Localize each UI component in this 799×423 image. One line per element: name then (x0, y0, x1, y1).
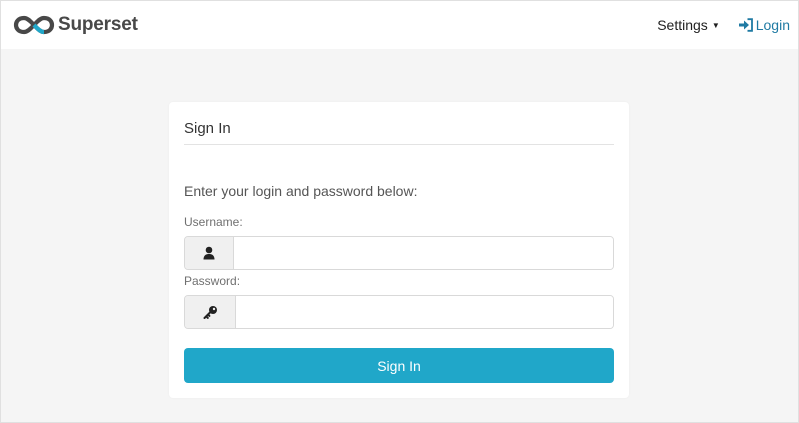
top-navbar: Superset Settings ▼ Login (1, 1, 798, 49)
sign-in-button[interactable]: Sign In (184, 348, 614, 383)
password-input[interactable] (236, 296, 613, 328)
card-title: Sign In (184, 120, 231, 137)
user-icon (185, 237, 234, 269)
caret-down-icon: ▼ (711, 20, 720, 30)
login-label: Login (755, 17, 790, 33)
login-page: Superset Settings ▼ Login Sign In Enter … (0, 0, 799, 423)
title-divider (184, 144, 614, 145)
username-input-group (184, 236, 614, 270)
settings-label: Settings (657, 17, 708, 33)
login-card: Sign In Enter your login and password be… (169, 102, 629, 398)
superset-logo-icon (13, 15, 55, 35)
password-input-group (184, 295, 614, 329)
brand[interactable]: Superset (13, 14, 138, 36)
username-label: Username: (184, 215, 243, 229)
login-link[interactable]: Login (738, 17, 790, 33)
sign-in-icon (738, 18, 753, 32)
login-instructions: Enter your login and password below: (184, 183, 418, 199)
settings-menu[interactable]: Settings ▼ (657, 17, 720, 33)
key-icon (185, 296, 236, 328)
nav-right-menu: Settings ▼ Login (657, 17, 790, 33)
password-label: Password: (184, 274, 241, 288)
brand-name: Superset (58, 14, 138, 35)
username-input[interactable] (234, 237, 613, 269)
